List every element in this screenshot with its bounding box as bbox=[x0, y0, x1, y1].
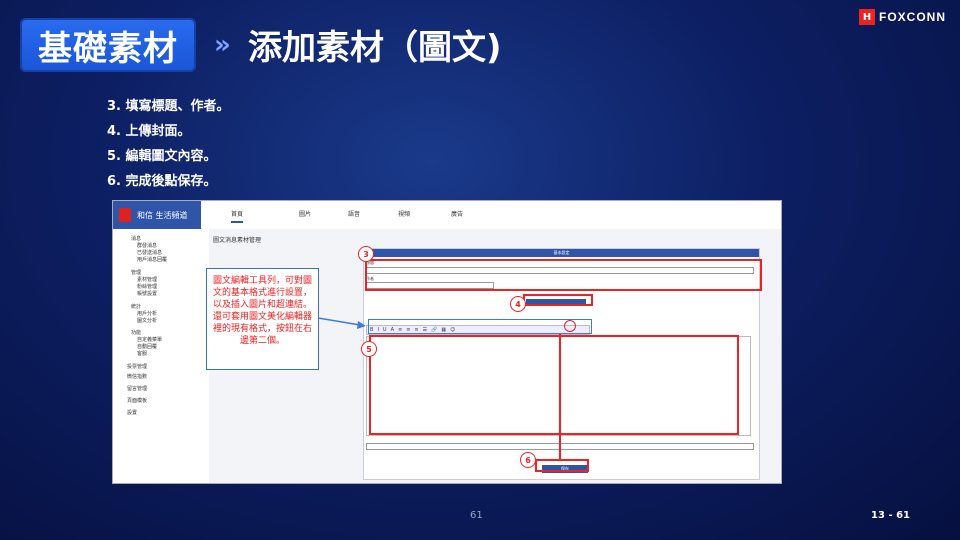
sidebar-item[interactable]: 頁面模板 bbox=[127, 397, 147, 404]
tab-ads[interactable]: 廣告 bbox=[451, 209, 463, 218]
highlight-title-author bbox=[365, 259, 762, 291]
sidebar-item[interactable]: 消息 bbox=[131, 235, 141, 242]
highlight-save bbox=[535, 459, 589, 472]
tab-video[interactable]: 視頻 bbox=[398, 209, 410, 218]
annotation-arrow-icon bbox=[318, 317, 366, 329]
sidebar-item[interactable]: 自動回覆 bbox=[137, 343, 157, 350]
app-brand[interactable]: 和信 生活頻道 bbox=[113, 201, 201, 229]
sidebar-item[interactable]: 微信指數 bbox=[127, 373, 147, 380]
step-badge-5: 5 bbox=[361, 341, 377, 357]
tab-voice[interactable]: 語音 bbox=[348, 209, 360, 218]
form-header: 基本設定 bbox=[364, 249, 759, 257]
step-badge-4: 4 bbox=[510, 296, 526, 312]
step-5: 5. 編輯圖文內容。 bbox=[107, 149, 217, 164]
beautify-button-icon[interactable] bbox=[564, 320, 576, 332]
tab-home[interactable]: 首頁 bbox=[231, 209, 244, 223]
sidebar-item[interactable]: 用戶分析 bbox=[137, 310, 157, 317]
tab-images[interactable]: 圖片 bbox=[299, 209, 311, 218]
top-nav: 首頁 圖片 語音 視頻 廣告 bbox=[201, 201, 781, 230]
sidebar-item[interactable]: 帳號設置 bbox=[137, 290, 157, 297]
sidebar-item[interactable]: 粉絲管理 bbox=[137, 283, 157, 290]
sidebar-item[interactable]: 圖文分析 bbox=[137, 317, 157, 324]
sidebar-item[interactable]: 群發消息 bbox=[137, 242, 157, 249]
sidebar-item[interactable]: 設置 bbox=[127, 409, 137, 416]
step-list: 3. 填寫標題、作者。 4. 上傳封面。 5. 編輯圖文內容。 6. 完成後點保… bbox=[107, 95, 230, 195]
page-number: 61 bbox=[470, 510, 483, 521]
sidebar-item[interactable]: 已發送消息 bbox=[137, 249, 162, 256]
logo-text: FOXCONN bbox=[879, 10, 946, 24]
brand-logo-icon bbox=[119, 208, 131, 222]
sidebar-item[interactable]: 客服 bbox=[137, 350, 147, 357]
step-4: 4. 上傳封面。 bbox=[107, 124, 191, 139]
brand-name: 和信 生活頻道 bbox=[137, 210, 188, 220]
sidebar-item[interactable]: 投票管理 bbox=[127, 363, 147, 370]
sidebar-item[interactable]: 用戶消息回覆 bbox=[137, 256, 167, 263]
flow-line bbox=[559, 334, 561, 460]
page-range: 13 - 61 bbox=[871, 510, 910, 521]
highlight-upload-cover bbox=[523, 294, 593, 306]
section-tag: 基礎素材 bbox=[20, 18, 196, 72]
highlight-toolbar bbox=[368, 319, 592, 334]
sidebar-item[interactable]: 自定義菜單 bbox=[137, 336, 162, 343]
step-badge-3: 3 bbox=[358, 246, 374, 262]
toolbar-annotation: 圖文編輯工具列，可對圖文的基本格式進行設置，以及插入圖片和超連結。還可套用圖文美… bbox=[206, 268, 319, 370]
sidebar: 消息 群發消息 已發送消息 用戶消息回覆 管理 素材管理 粉絲管理 帳號設置 統… bbox=[113, 229, 209, 483]
step-6: 6. 完成後點保存。 bbox=[107, 174, 217, 189]
sidebar-item[interactable]: 統計 bbox=[131, 303, 141, 310]
step-3: 3. 填寫標題、作者。 bbox=[107, 99, 230, 114]
page-title: 添加素材（圖文) bbox=[248, 28, 502, 68]
content-title: 圖文消息素材管理 bbox=[213, 237, 262, 244]
highlight-editor bbox=[369, 335, 739, 435]
sidebar-item[interactable]: 管理 bbox=[131, 269, 141, 276]
chevron-right-icon: » bbox=[214, 30, 231, 60]
logo-mark-icon: H bbox=[859, 9, 875, 25]
sidebar-item[interactable]: 留言管理 bbox=[127, 385, 147, 392]
sidebar-item[interactable]: 素材管理 bbox=[137, 276, 157, 283]
sidebar-item[interactable]: 功能 bbox=[131, 329, 141, 336]
foxconn-logo: H FOXCONN bbox=[859, 9, 946, 25]
step-badge-6: 6 bbox=[520, 452, 536, 468]
